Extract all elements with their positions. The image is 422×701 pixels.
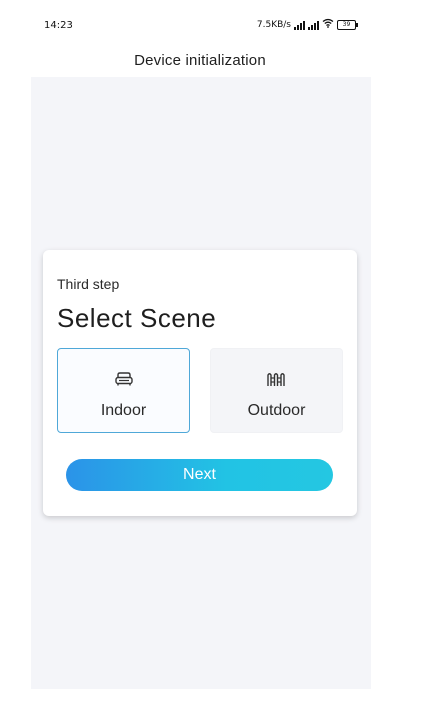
fence-icon: [266, 371, 288, 391]
indoor-option[interactable]: Indoor: [57, 348, 190, 433]
scene-selection-card: Third step Select Scene Indoor Outdoor N…: [43, 250, 357, 516]
card-title: Select Scene: [57, 303, 217, 333]
status-indicators: 7.5KB/s 39: [256, 18, 358, 31]
page-title: Device initialization: [134, 52, 266, 69]
sofa-icon: [114, 371, 134, 391]
signal-icon: [308, 20, 319, 30]
status-time: 14:23: [44, 20, 73, 31]
signal-icon: [294, 20, 305, 30]
network-speed: 7.5KB/s: [256, 19, 291, 30]
battery-icon: 39: [337, 19, 358, 30]
next-button[interactable]: Next: [66, 459, 333, 491]
outdoor-label: Outdoor: [247, 402, 306, 419]
status-bar: 14:23 7.5KB/s 39: [0, 0, 422, 50]
outdoor-option[interactable]: Outdoor: [210, 348, 343, 433]
step-label: Third step: [57, 276, 120, 292]
wifi-icon: [322, 18, 334, 31]
indoor-label: Indoor: [100, 402, 147, 419]
